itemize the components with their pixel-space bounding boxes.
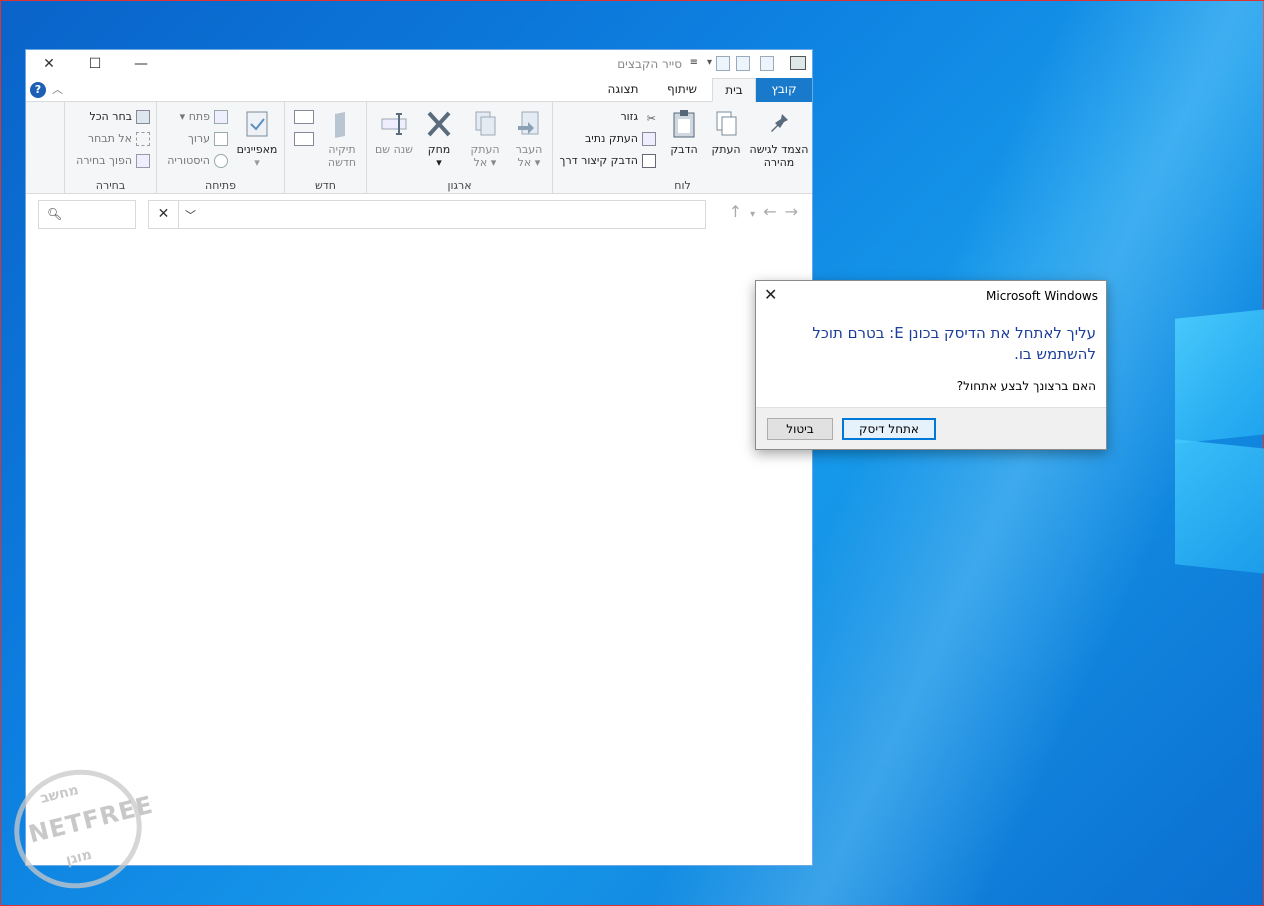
delete-icon: [427, 111, 451, 137]
new-folder-icon: [335, 112, 345, 138]
format-disk-dialog: ✕ Microsoft Windows עליך לאתחל את הדיסק …: [755, 280, 1107, 450]
dialog-message: עליך לאתחל את הדיסק בכונן E: בטרם תוכל ל…: [812, 324, 1096, 363]
wallpaper-windows-logo-lower: [1175, 439, 1264, 576]
maximize-icon: ☐: [88, 56, 102, 72]
group-select: בחר הכל אל תבחר הפוך בחירה בחירה: [64, 102, 156, 194]
customize-toolbar-icon[interactable]: ≡: [690, 57, 698, 68]
address-row: ↑▾←→ ✕ ﹀ 🔍︎: [26, 194, 812, 230]
ribbon-tabs: ? ︿ קובץ בית שיתוף תצוגה: [26, 78, 812, 102]
navigation-buttons: ↑▾←→: [729, 202, 806, 221]
close-button[interactable]: ✕: [26, 50, 72, 78]
copy-to-icon: [475, 111, 496, 136]
maximize-button[interactable]: ☐: [72, 50, 118, 78]
dialog-title: Microsoft Windows: [986, 289, 1098, 303]
tab-file[interactable]: קובץ: [756, 78, 812, 102]
title-bar: ✕ ☐ — סייר הקבצים ▾ ≡: [26, 50, 812, 78]
open-button[interactable]: פתח ▾: [180, 108, 228, 126]
easy-access-icon[interactable]: [294, 132, 314, 146]
help-icon[interactable]: ?: [30, 82, 46, 98]
history-icon: [214, 154, 228, 168]
group-label-open: פתיחה: [205, 179, 236, 192]
move-to-button[interactable]: העבר אל ▾: [508, 106, 550, 169]
move-to-icon: [518, 111, 539, 135]
cut-button[interactable]: ✂גזור: [620, 108, 656, 126]
paste-shortcut-button[interactable]: הדבק קיצור דרך: [560, 152, 656, 170]
back-arrow-icon[interactable]: ←: [763, 202, 784, 221]
select-all-button[interactable]: בחר הכל: [89, 108, 150, 126]
group-label-clipboard: לוח: [674, 179, 691, 192]
dialog-footer: אתחל דיסק ביטול: [756, 407, 1106, 449]
dialog-question: האם ברצונך לבצע אתחול?: [956, 379, 1096, 393]
clear-address-icon[interactable]: ✕: [149, 201, 179, 228]
history-button[interactable]: היסטוריה: [167, 152, 228, 170]
new-item-icon[interactable]: [294, 110, 314, 124]
group-label-new: חדש: [315, 179, 336, 192]
window-title: סייר הקבצים: [617, 57, 682, 71]
quick-access-properties-icon[interactable]: [760, 56, 774, 71]
group-organize: העבר אל ▾ העתק אל ▾ מחק ▾ שנה שם ארגון: [366, 102, 552, 194]
cancel-button[interactable]: ביטול: [767, 418, 833, 440]
group-clipboard: הצמד לגישה מהירה העתק הדבק ✂גזור העתק נת…: [552, 102, 812, 194]
minimize-icon: —: [134, 56, 148, 72]
invert-selection-icon: [136, 154, 150, 168]
quick-access-copy-icon[interactable]: [716, 56, 730, 71]
properties-button[interactable]: מאפיינים ▾: [232, 106, 282, 169]
new-folder-button[interactable]: תיקיה חדשה: [320, 106, 364, 169]
search-input[interactable]: 🔍︎: [38, 200, 136, 229]
paste-button[interactable]: הדבק: [664, 106, 704, 156]
close-icon: ✕: [43, 56, 55, 72]
address-dropdown-icon[interactable]: ﹀: [185, 207, 196, 223]
watermark-top-text: מחשב: [38, 781, 81, 807]
copy-path-button[interactable]: העתק נתיב: [585, 130, 656, 148]
invert-selection-button[interactable]: הפוך בחירה: [76, 152, 150, 170]
wallpaper-windows-logo-upper: [1175, 307, 1264, 444]
file-explorer-window: ✕ ☐ — סייר הקבצים ▾ ≡ ? ︿ קובץ בית שיתוף…: [26, 50, 812, 865]
delete-button[interactable]: מחק ▾: [418, 106, 460, 169]
minimize-button[interactable]: —: [118, 50, 164, 78]
select-none-button[interactable]: אל תבחר: [88, 130, 150, 148]
edit-icon: [214, 132, 228, 146]
group-new: תיקיה חדשה חדש: [284, 102, 366, 194]
tab-home[interactable]: בית: [712, 78, 756, 102]
format-disk-button[interactable]: אתחל דיסק: [842, 418, 936, 440]
tab-view[interactable]: תצוגה: [594, 78, 652, 102]
address-bar[interactable]: ✕ ﹀: [148, 200, 706, 229]
select-none-icon: [136, 132, 150, 146]
quick-access-new-folder-icon[interactable]: [736, 56, 750, 71]
edit-button[interactable]: ערוך: [188, 130, 228, 148]
copy-path-icon: [642, 132, 656, 146]
pin-quick-access-button[interactable]: הצמד לגישה מהירה: [748, 106, 810, 169]
file-list-area[interactable]: [26, 232, 812, 865]
properties-icon: [246, 111, 268, 137]
copy-to-button[interactable]: העתק אל ▾: [464, 106, 506, 169]
watermark-bottom-text: מוגן: [64, 846, 94, 869]
open-icon: [214, 110, 228, 124]
ribbon: הצמד לגישה מהירה העתק הדבק ✂גזור העתק נת…: [26, 102, 812, 194]
pin-icon: [771, 114, 788, 132]
select-all-icon: [136, 110, 150, 124]
paste-icon: [673, 110, 695, 138]
quick-access-dropdown-icon[interactable]: ▾: [707, 57, 712, 68]
rename-icon: [381, 113, 407, 135]
rename-button[interactable]: שנה שם: [372, 106, 416, 156]
group-open: מאפיינים ▾ פתח ▾ ערוך היסטוריה פתיחה: [156, 102, 284, 194]
collapse-ribbon-icon[interactable]: ︿: [52, 81, 63, 97]
copy-icon: [716, 111, 737, 136]
close-icon[interactable]: ✕: [764, 285, 780, 304]
scissors-icon: ✂: [646, 112, 656, 125]
search-icon: 🔍︎: [47, 207, 63, 221]
up-arrow-icon[interactable]: ↑: [729, 202, 750, 221]
group-label-organize: ארגון: [447, 179, 472, 192]
group-label-select: בחירה: [95, 179, 126, 192]
tab-share[interactable]: שיתוף: [652, 78, 712, 102]
forward-arrow-icon[interactable]: →: [785, 202, 806, 221]
explorer-app-icon: [790, 56, 806, 70]
paste-shortcut-icon: [642, 154, 656, 168]
copy-button[interactable]: העתק: [706, 106, 746, 156]
recent-locations-icon[interactable]: ▾: [750, 209, 763, 220]
